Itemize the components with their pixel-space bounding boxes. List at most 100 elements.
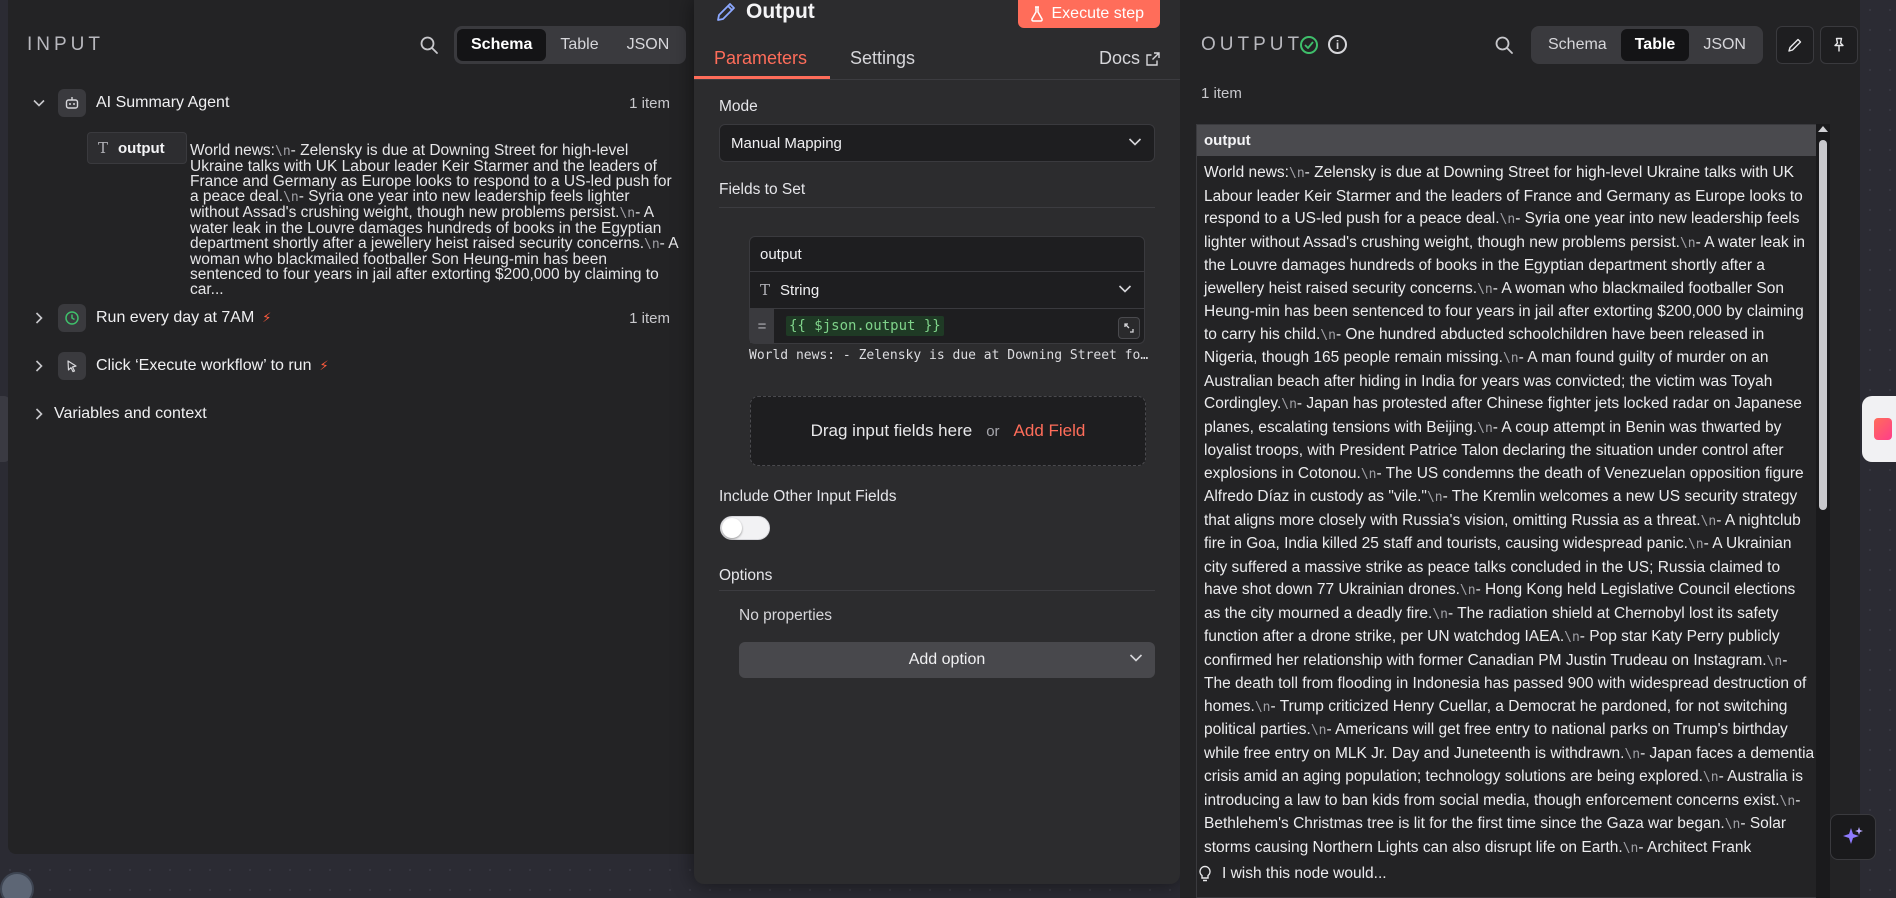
include-other-fields-toggle[interactable] xyxy=(720,516,770,540)
newline-escape: \n xyxy=(275,144,291,159)
edit-output-button[interactable] xyxy=(1776,26,1814,64)
node-feedback-link[interactable]: I wish this node would... xyxy=(1198,862,1387,886)
tree-item-manual-trigger[interactable]: Click ‘Execute workflow’ to run ⚡ xyxy=(8,351,694,381)
tree-item-count: 1 item xyxy=(629,94,670,112)
output-search-button[interactable] xyxy=(1489,30,1519,60)
ai-assistant-button[interactable] xyxy=(1830,814,1876,860)
search-icon xyxy=(420,36,438,54)
execute-step-label: Execute step xyxy=(1051,5,1145,22)
input-view-switcher: Schema Table JSON xyxy=(454,26,687,64)
schema-field-output[interactable]: T output xyxy=(87,132,187,164)
assignment-name-input[interactable]: output xyxy=(749,236,1145,272)
execute-step-button[interactable]: Execute step xyxy=(1017,0,1160,28)
tree-item-label: Click ‘Execute workflow’ to run ⚡ xyxy=(96,357,329,375)
info-icon[interactable]: i xyxy=(1328,35,1347,54)
newline-escape: \n xyxy=(1281,397,1297,412)
input-panel-title: INPUT xyxy=(27,34,104,55)
chevron-right-icon[interactable] xyxy=(31,310,47,326)
input-tab-schema[interactable]: Schema xyxy=(457,29,547,61)
newline-escape: \n xyxy=(1320,327,1336,343)
assignment-value-expression[interactable]: = {{ $json.output }} xyxy=(749,308,1145,344)
tab-parameters[interactable]: Parameters xyxy=(714,48,807,69)
newline-escape: \n xyxy=(1499,212,1516,227)
output-tab-json[interactable]: JSON xyxy=(1689,29,1760,61)
newline-escape: \n xyxy=(1624,746,1641,762)
drop-zone[interactable]: Drag input fields here or Add Field xyxy=(750,396,1146,466)
tree-item-text: Click ‘Execute workflow’ to run xyxy=(96,357,312,374)
n8n-logo-icon xyxy=(1874,418,1892,440)
active-tab-indicator xyxy=(694,76,830,79)
expand-editor-button[interactable] xyxy=(1118,317,1140,339)
expression-code[interactable]: {{ $json.output }} xyxy=(786,316,944,336)
scrollbar-thumb[interactable] xyxy=(1819,140,1827,510)
tree-item-run-every-day[interactable]: Run every day at 7AM ⚡ 1 item xyxy=(8,303,694,333)
newline-escape: \n xyxy=(1289,166,1305,181)
newline-escape: \n xyxy=(1779,793,1796,809)
flask-icon xyxy=(1030,6,1043,22)
chevron-right-icon[interactable] xyxy=(31,358,47,374)
table-cell[interactable]: World news:\n- Zelensky is due at Downin… xyxy=(1197,156,1821,860)
newline-escape: \n xyxy=(283,190,299,205)
newline-escape: \n xyxy=(1254,699,1271,715)
tree-item-label: AI Summary Agent xyxy=(96,94,230,111)
output-items-count: 1 item xyxy=(1201,85,1242,102)
text-type-icon: T xyxy=(760,281,771,299)
pin-data-button[interactable] xyxy=(1820,26,1858,64)
options-label: Options xyxy=(719,567,773,584)
tree-item-text: Run every day at 7AM xyxy=(96,309,255,326)
table-column-header: output xyxy=(1197,125,1821,156)
fields-to-set-label: Fields to Set xyxy=(719,181,806,198)
input-search-button[interactable] xyxy=(414,30,444,60)
mode-select[interactable]: Manual Mapping xyxy=(719,124,1155,162)
scroll-up-arrow-icon[interactable] xyxy=(1818,126,1828,132)
drop-or: or xyxy=(986,422,1000,440)
tree-item-ai-summary-agent[interactable]: AI Summary Agent 1 item xyxy=(8,88,694,118)
robot-icon xyxy=(58,89,86,117)
trigger-bolt-icon: ⚡ xyxy=(319,358,329,373)
newline-escape: \n xyxy=(1432,606,1448,622)
chevron-down-icon[interactable] xyxy=(31,95,47,111)
newline-escape: \n xyxy=(1687,537,1704,552)
add-field-button[interactable]: Add Field xyxy=(1014,421,1086,441)
node-title[interactable]: Output xyxy=(746,0,815,24)
docs-link[interactable]: Docs xyxy=(1099,48,1160,69)
drop-hint: Drag input fields here xyxy=(810,421,973,440)
feedback-text: I wish this node would... xyxy=(1222,865,1387,882)
tree-item-label: Run every day at 7AM ⚡ xyxy=(96,309,271,327)
output-view-switcher: Schema Table JSON xyxy=(1531,26,1763,64)
input-tab-json[interactable]: JSON xyxy=(613,29,684,61)
tab-settings[interactable]: Settings xyxy=(850,48,915,69)
output-panel: OUTPUT i Schema Table JSON 1 item output… xyxy=(1180,0,1860,898)
input-tab-table[interactable]: Table xyxy=(546,29,612,61)
assignment-type-select[interactable]: T String xyxy=(749,271,1145,309)
external-link-icon xyxy=(1146,51,1160,66)
trigger-bolt-icon: ⚡ xyxy=(262,310,272,325)
chevron-down-icon xyxy=(1129,654,1143,662)
tree-item-variables-context[interactable]: Variables and context xyxy=(8,399,694,429)
canvas-node-edge-right[interactable] xyxy=(1862,396,1896,462)
avatar[interactable] xyxy=(0,872,34,898)
output-scrollbar[interactable] xyxy=(1816,124,1830,898)
newline-escape: \n xyxy=(1700,513,1717,529)
pencil-icon[interactable] xyxy=(714,0,738,29)
schema-field-value: World news:\n- Zelensky is due at Downin… xyxy=(190,143,680,298)
success-check-icon xyxy=(1300,36,1318,54)
schema-field-name: output xyxy=(118,139,165,157)
assignment-type-value: String xyxy=(780,281,820,299)
chevron-right-icon[interactable] xyxy=(31,406,47,422)
newline-escape: \n xyxy=(644,237,660,252)
newline-escape: \n xyxy=(1360,466,1377,482)
toggle-knob xyxy=(722,518,742,538)
expression-equals-icon: = xyxy=(750,309,774,343)
text-segment: - Architect Frank xyxy=(1638,838,1752,856)
chevron-down-icon xyxy=(1118,285,1132,293)
text-segment: World news: xyxy=(1204,164,1289,181)
docs-label: Docs xyxy=(1098,48,1140,68)
newline-escape: \n xyxy=(1679,235,1696,251)
output-tab-table[interactable]: Table xyxy=(1620,29,1690,61)
output-tab-schema[interactable]: Schema xyxy=(1534,29,1621,61)
mode-value: Manual Mapping xyxy=(731,134,842,152)
add-option-dropdown[interactable]: Add option xyxy=(739,642,1155,678)
lightbulb-icon xyxy=(1199,865,1211,882)
include-other-fields-label: Include Other Input Fields xyxy=(719,488,897,505)
